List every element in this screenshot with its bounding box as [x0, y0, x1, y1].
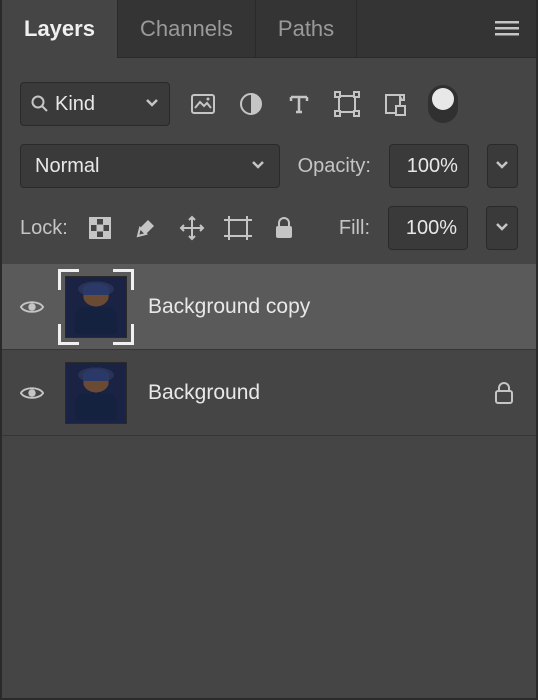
filter-smartobject-icon[interactable]	[380, 89, 410, 119]
panel-menu-icon[interactable]	[492, 14, 522, 44]
layer-row[interactable]: Background	[2, 350, 536, 436]
opacity-label: Opacity:	[298, 155, 371, 178]
lock-transparency-icon[interactable]	[86, 213, 114, 243]
fill-value-input[interactable]: 100%	[388, 206, 468, 250]
chevron-down-icon	[145, 95, 159, 113]
lock-position-icon[interactable]	[178, 213, 206, 243]
layer-filter-row: Kind	[2, 58, 536, 144]
layer-list: Background copy Background	[2, 264, 536, 698]
panel-tab-bar: Layers Channels Paths	[2, 0, 536, 58]
fill-dropdown-button[interactable]	[486, 206, 518, 250]
fill-label: Fill:	[339, 217, 370, 240]
lock-all-icon[interactable]	[270, 213, 298, 243]
filter-kind-label: Kind	[55, 93, 145, 116]
filter-toggle-knob	[432, 88, 454, 110]
lock-icon	[494, 381, 518, 405]
layer-name[interactable]: Background copy	[148, 295, 518, 319]
filter-adjustment-icon[interactable]	[236, 89, 266, 119]
layer-name[interactable]: Background	[148, 381, 478, 405]
tab-layers[interactable]: Layers	[2, 0, 118, 58]
tab-channels[interactable]: Channels	[118, 0, 256, 58]
chevron-down-icon	[251, 157, 265, 175]
tab-paths[interactable]: Paths	[256, 0, 357, 58]
layer-thumbnail[interactable]	[60, 357, 132, 429]
blend-mode-dropdown[interactable]: Normal	[20, 144, 280, 188]
lock-row: Lock: Fill: 100%	[2, 198, 536, 264]
blend-row: Normal Opacity: 100%	[2, 144, 536, 198]
filter-type-icon[interactable]	[284, 89, 314, 119]
visibility-toggle-icon[interactable]	[20, 384, 44, 402]
layer-row[interactable]: Background copy	[2, 264, 536, 350]
opacity-dropdown-button[interactable]	[487, 144, 518, 188]
filter-toggle[interactable]	[428, 85, 458, 123]
opacity-value-input[interactable]: 100%	[389, 144, 469, 188]
visibility-toggle-icon[interactable]	[20, 298, 44, 316]
lock-artboard-icon[interactable]	[224, 213, 252, 243]
blend-mode-label: Normal	[35, 155, 251, 178]
filter-pixel-icon[interactable]	[188, 89, 218, 119]
layers-panel: Layers Channels Paths Kind	[0, 0, 538, 700]
lock-label: Lock:	[20, 217, 68, 240]
chevron-down-icon	[495, 157, 509, 175]
layer-thumbnail[interactable]	[60, 271, 132, 343]
chevron-down-icon	[495, 219, 509, 237]
filter-shape-icon[interactable]	[332, 89, 362, 119]
filter-kind-dropdown[interactable]: Kind	[20, 82, 170, 126]
lock-pixels-icon[interactable]	[132, 213, 160, 243]
